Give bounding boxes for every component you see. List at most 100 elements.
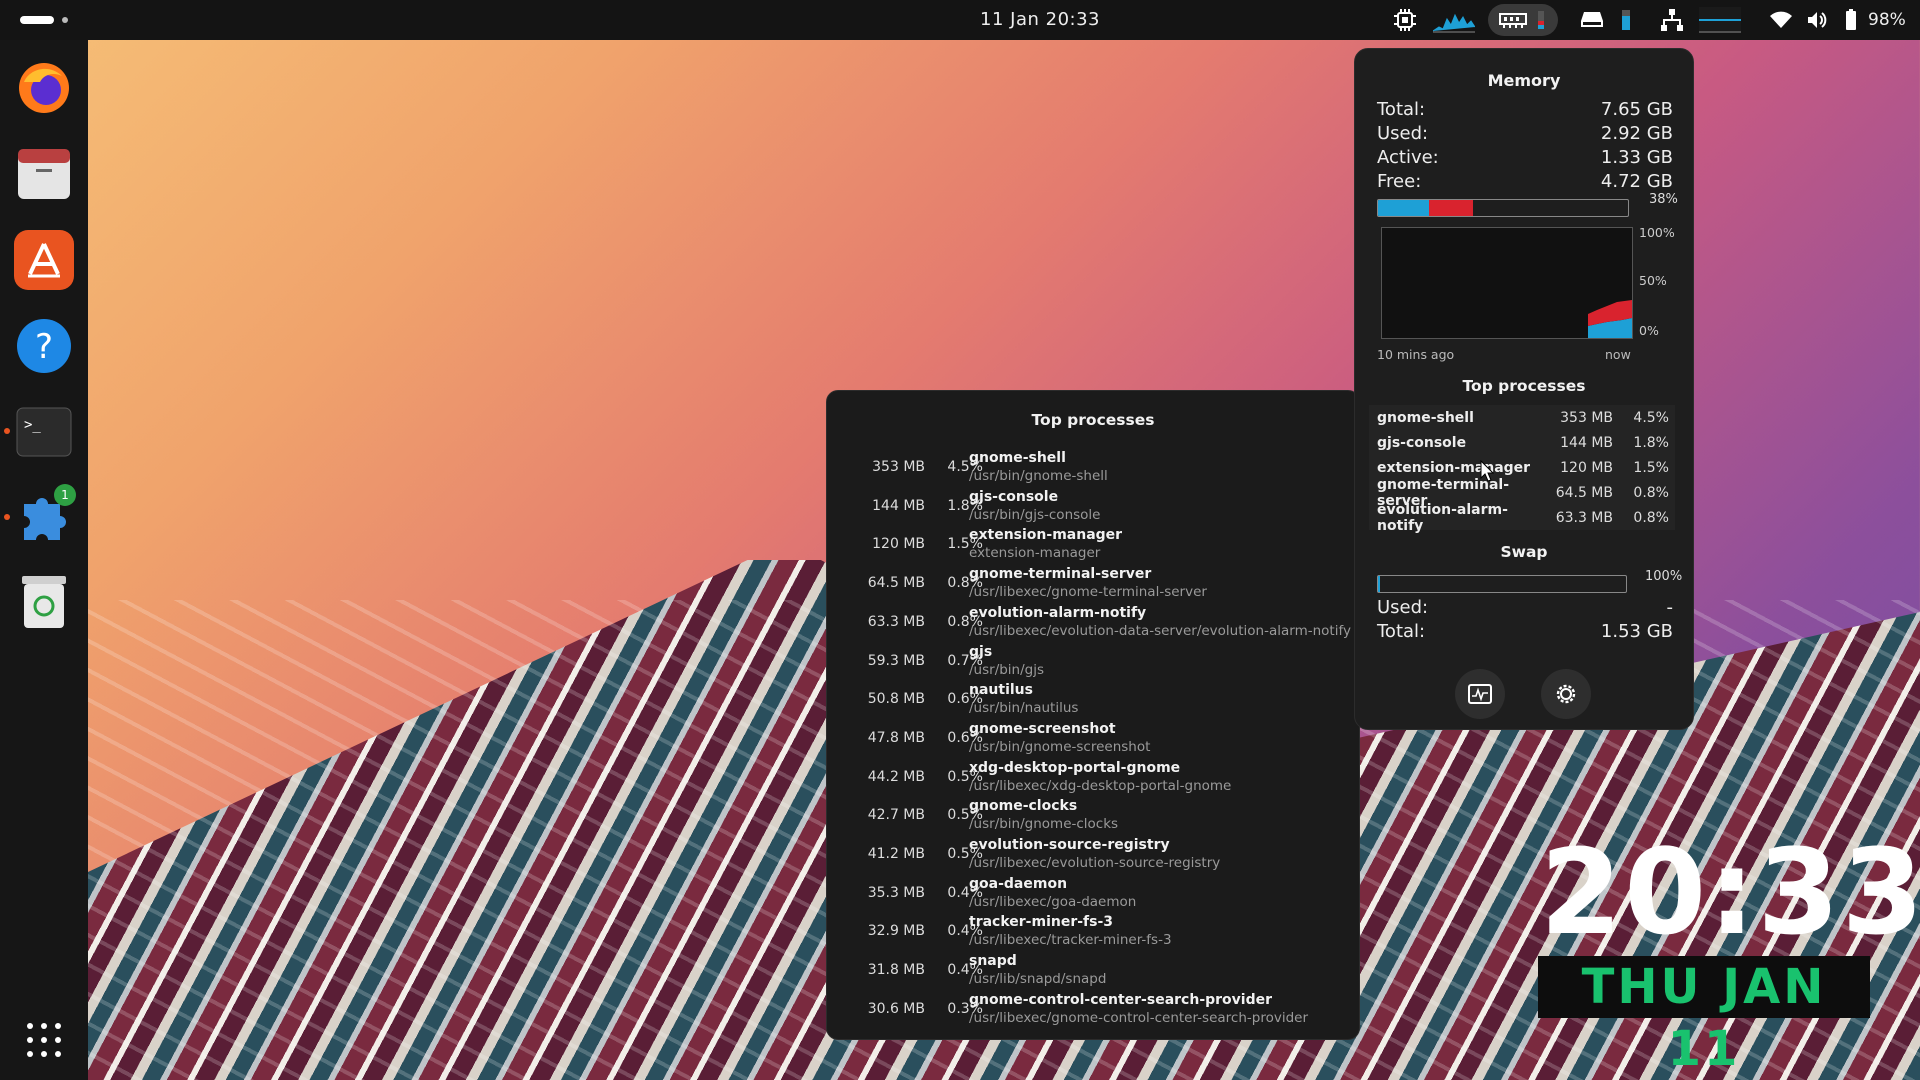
process-name: gjs-console [969, 488, 1059, 505]
process-row: 63.3 MB 0.8% evolution-alarm-notify/usr/li… [827, 604, 1361, 643]
swap-used-value: - [1666, 597, 1674, 618]
terminal-icon[interactable]: >_ [14, 402, 74, 462]
process-name: evolution-alarm-notify [969, 604, 1147, 621]
process-command: /usr/bin/gnome-shell [969, 468, 1108, 484]
desktop-clock-date: THU JAN 11 [1538, 956, 1870, 1077]
process-command: /usr/libexec/gnome-terminal-server [969, 584, 1207, 601]
memory-free-label: Free: [1377, 171, 1422, 192]
memory-bar-icon [1538, 11, 1544, 29]
memory-total-label: Total: [1377, 99, 1426, 120]
top-process-memory: 64.5 MB [1555, 484, 1613, 501]
cpu-graph-icon[interactable] [1432, 0, 1476, 40]
memory-used-row: Used: 2.92 GB [1377, 123, 1673, 144]
process-row: 50.8 MB 0.6% nautilus/usr/bin/nautilus [827, 681, 1361, 720]
memory-indicator[interactable] [1488, 4, 1558, 36]
process-memory: 32.9 MB [867, 923, 925, 940]
memory-graph-svg [1588, 300, 1632, 338]
process-command: /usr/libexec/evolution-source-registry [969, 855, 1221, 871]
top-process-percent: 0.8% [1633, 509, 1669, 526]
trash-icon[interactable] [14, 572, 74, 632]
battery-icon[interactable] [1842, 0, 1860, 40]
volume-icon[interactable] [1804, 0, 1830, 40]
memory-free-row: Free: 4.72 GB [1377, 171, 1673, 192]
process-name: gnome-terminal-server [969, 566, 1152, 583]
process-name: xdg-desktop-portal-gnome [969, 759, 1181, 776]
show-apps-icon[interactable] [14, 1010, 74, 1070]
graph-x-right: now [1605, 347, 1631, 362]
graph-y-mid: 50% [1639, 273, 1667, 288]
memory-used-label: Used: [1377, 123, 1429, 144]
top-process-memory: 353 MB [1560, 409, 1613, 426]
top-process-percent: 1.5% [1633, 459, 1669, 476]
memory-free-value: 4.72 GB [1600, 171, 1673, 192]
process-row: 32.9 MB 0.4% tracker-miner-fs-3/usr/libexe… [827, 913, 1361, 952]
top-bar: 11 Jan 20:33 98% [0, 0, 1920, 40]
disk-icon[interactable] [1578, 0, 1606, 40]
process-memory: 353 MB [872, 459, 925, 475]
top-process-name: gnome-shell [1377, 409, 1474, 426]
network-graph-icon[interactable] [1698, 0, 1742, 40]
process-command: /usr/bin/gnome-screenshot [969, 738, 1151, 755]
cpu-icon[interactable] [1390, 0, 1420, 40]
top-process-memory: 120 MB [1560, 459, 1613, 476]
process-command: /usr/bin/nautilus [969, 700, 1079, 717]
gear-icon [1556, 684, 1576, 704]
popup-title: Top processes [1031, 411, 1155, 429]
activities-indicator[interactable] [20, 16, 54, 24]
swap-fill [1378, 576, 1380, 592]
memory-icon [1499, 13, 1527, 28]
top-process-name: gjs-console [1377, 434, 1467, 451]
top-process-memory: 144 MB [1560, 434, 1613, 451]
notification-badge: 1 [54, 484, 76, 506]
process-row: 64.5 MB 0.8% gnome-terminal-server/usr/lib… [827, 565, 1361, 604]
graph-x-left: 10 mins ago [1377, 347, 1455, 362]
app-center-icon[interactable] [14, 230, 74, 290]
memory-active-fill [1378, 200, 1430, 216]
process-name: gnome-control-center-search-provider [969, 991, 1273, 1008]
workspace-dot[interactable] [62, 17, 68, 23]
process-command: /usr/libexec/xdg-desktop-portal-gnome [969, 777, 1232, 794]
process-name: evolution-source-registry [969, 837, 1170, 853]
top-process-row: gjs-console 144 MB 1.8% [1369, 430, 1675, 455]
system-monitor-button[interactable] [1455, 669, 1505, 719]
process-memory: 50.8 MB [867, 691, 925, 708]
top-process-percent: 1.8% [1633, 434, 1669, 451]
process-row: 59.3 MB 0.7% gjs/usr/bin/gjs [827, 643, 1361, 682]
help-icon[interactable]: ? [14, 316, 74, 376]
process-memory: 41.2 MB [867, 846, 925, 862]
process-row: 35.3 MB 0.4% goa-daemon/usr/libexec/goa-da… [827, 875, 1361, 914]
process-memory: 44.2 MB [867, 768, 925, 785]
process-command: /usr/bin/gjs-console [969, 506, 1101, 523]
top-process-name: evolution-alarm-notify [1377, 501, 1508, 534]
process-name: gnome-clocks [969, 798, 1078, 815]
process-memory: 59.3 MB [867, 652, 925, 669]
top-process-percent: 4.5% [1633, 409, 1669, 426]
memory-active-row: Active: 1.33 GB [1377, 147, 1673, 168]
top-processes-title: Top processes [1462, 377, 1586, 395]
mouse-cursor-icon [1480, 460, 1494, 482]
top-process-name: extension-manager [1377, 459, 1531, 476]
swap-percent: 100% [1645, 569, 1683, 584]
network-icon[interactable] [1658, 0, 1686, 40]
preferences-button[interactable] [1541, 669, 1591, 719]
process-name: nautilus [969, 682, 1033, 699]
process-row: 353 MB 4.5% gnome-shell/usr/bin/gnome-shel… [827, 449, 1361, 488]
battery-percent[interactable]: 98% [1868, 0, 1906, 40]
process-memory: 35.3 MB [867, 884, 925, 901]
firefox-icon[interactable] [14, 58, 74, 118]
swap-used-row: Used: - [1377, 597, 1673, 618]
memory-used-fill [1429, 200, 1473, 216]
topbar-clock[interactable]: 11 Jan 20:33 [920, 0, 1160, 40]
swap-usage-bar [1377, 575, 1627, 593]
top-process-row: gnome-shell 353 MB 4.5% [1369, 405, 1675, 430]
wifi-icon[interactable] [1768, 0, 1794, 40]
swap-used-label: Used: [1377, 597, 1429, 618]
extension-manager-icon[interactable]: 1 [14, 484, 76, 546]
top-process-percent: 0.8% [1633, 484, 1669, 501]
process-command: /usr/libexec/goa-daemon [969, 893, 1137, 910]
memory-history-graph [1381, 227, 1633, 339]
disk-usage-icon[interactable] [1618, 0, 1634, 40]
process-name: snapd [969, 953, 1017, 970]
desktop-clock-time: 20:33 [1540, 823, 1920, 961]
files-icon[interactable] [14, 144, 74, 204]
